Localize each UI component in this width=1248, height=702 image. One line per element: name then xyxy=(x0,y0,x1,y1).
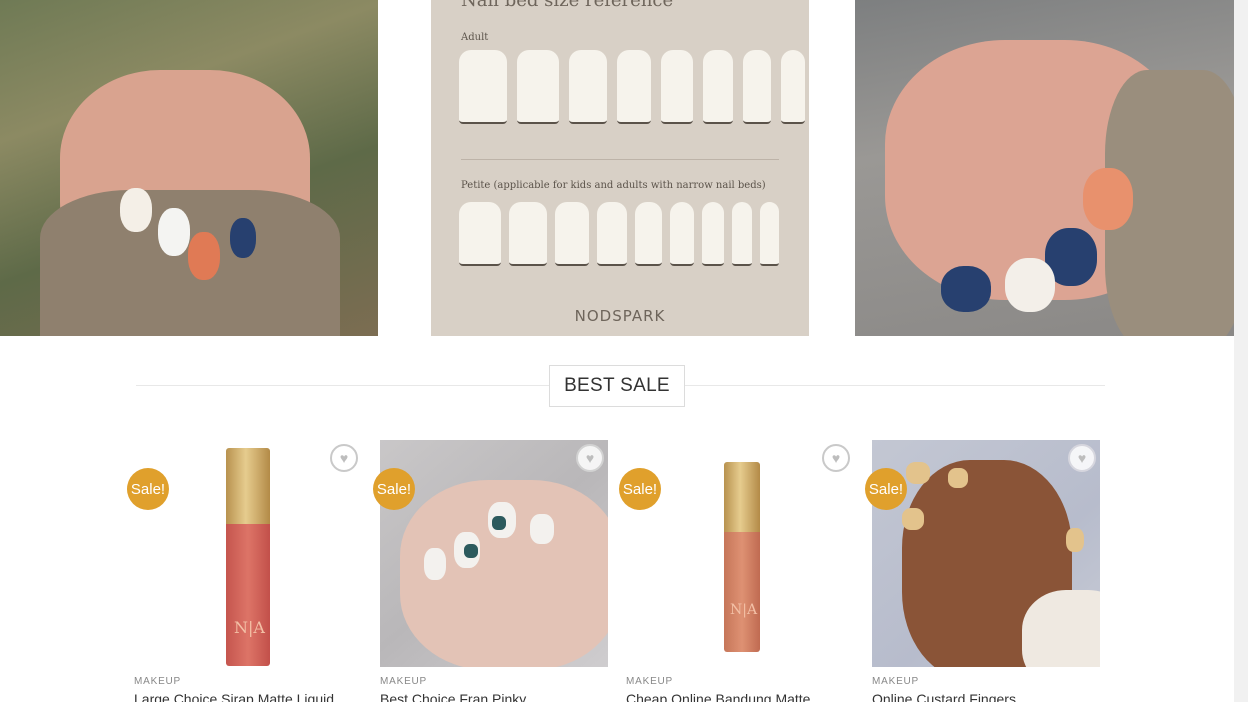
sale-badge: Sale! xyxy=(619,468,661,510)
nail-size-sample xyxy=(703,50,733,124)
product-category[interactable]: MAKEUP xyxy=(872,676,1100,687)
nail-decor xyxy=(941,266,991,312)
hero-image-left[interactable] xyxy=(0,0,378,336)
product-card[interactable]: N|A ♥ Sale! MAKEUP Large Choice Sirap Ma… xyxy=(127,440,362,702)
wishlist-heart-icon[interactable]: ♥ xyxy=(822,444,850,472)
adult-nail-row xyxy=(459,50,805,124)
nail-decor xyxy=(948,468,968,488)
wishlist-heart-icon[interactable]: ♥ xyxy=(1068,444,1096,472)
sweater-sleeve xyxy=(1022,590,1100,667)
tube-cap xyxy=(724,462,760,532)
wishlist-heart-icon[interactable]: ♥ xyxy=(330,444,358,472)
adult-label: Adult xyxy=(461,32,489,43)
nail-size-sample xyxy=(670,202,694,266)
nail-decor xyxy=(902,508,924,530)
nail-decor xyxy=(424,548,446,580)
nail-size-sample xyxy=(743,50,771,124)
nail-size-sample xyxy=(781,50,805,124)
product-category[interactable]: MAKEUP xyxy=(626,676,854,687)
nail-decor xyxy=(530,514,554,544)
nail-size-sample xyxy=(702,202,724,266)
petite-label: Petite (applicable for kids and adults w… xyxy=(461,180,766,191)
product-image[interactable]: ♥ xyxy=(872,440,1100,667)
size-chart-divider xyxy=(461,159,779,160)
tube-body xyxy=(226,524,270,666)
nail-size-sample xyxy=(760,202,779,266)
nail-size-sample xyxy=(732,202,752,266)
product-card[interactable]: ♥ Sale! MAKEUP Online Custard Fingers xyxy=(865,440,1100,702)
section-divider-left xyxy=(136,385,549,386)
nail-size-sample xyxy=(635,202,662,266)
nail-decor xyxy=(230,218,256,258)
nail-decor xyxy=(906,462,930,484)
product-name[interactable]: Best Choice Fran Pinky xyxy=(380,691,608,702)
nail-size-sample xyxy=(661,50,693,124)
nail-decor xyxy=(1083,168,1133,230)
product-image[interactable]: N|A ♥ xyxy=(626,440,854,667)
product-category[interactable]: MAKEUP xyxy=(134,676,362,687)
nail-size-sample xyxy=(509,202,547,266)
product-image[interactable]: ♥ xyxy=(380,440,608,667)
page-scrollbar[interactable] xyxy=(1234,0,1248,702)
nail-size-sample xyxy=(517,50,559,124)
nail-size-sample xyxy=(597,202,627,266)
nail-decor xyxy=(464,544,478,558)
lip-gloss-tube-icon: N|A xyxy=(226,448,270,666)
nail-size-sample xyxy=(555,202,589,266)
product-category[interactable]: MAKEUP xyxy=(380,676,608,687)
tube-body xyxy=(724,532,760,652)
sale-badge: Sale! xyxy=(373,468,415,510)
product-card[interactable]: ♥ Sale! MAKEUP Best Choice Fran Pinky xyxy=(373,440,608,702)
section-divider-right xyxy=(685,385,1105,386)
tube-monogram: N|A xyxy=(730,602,758,618)
hero-image-size-chart[interactable]: Nail bed size reference Adult Petite (ap… xyxy=(431,0,809,336)
petite-nail-row xyxy=(459,202,779,266)
sale-badge: Sale! xyxy=(127,468,169,510)
nail-size-sample xyxy=(569,50,607,124)
product-card[interactable]: N|A ♥ Sale! MAKEUP Cheap Online Bandung … xyxy=(619,440,854,702)
page: Nail bed size reference Adult Petite (ap… xyxy=(0,0,1248,702)
product-name[interactable]: Cheap Online Bandung Matte xyxy=(626,691,854,702)
brand-logo-text: NODSPARK xyxy=(574,307,666,325)
section-title-best-sale: BEST SALE xyxy=(549,365,685,407)
nail-decor xyxy=(158,208,190,256)
tube-cap xyxy=(226,448,270,524)
nail-decor xyxy=(1066,528,1084,552)
nail-decor xyxy=(188,232,220,280)
nail-size-sample xyxy=(459,202,501,266)
nail-decor xyxy=(1005,258,1055,312)
sale-badge: Sale! xyxy=(865,468,907,510)
nail-size-sample xyxy=(617,50,651,124)
nail-size-sample xyxy=(459,50,507,124)
tube-monogram: N|A xyxy=(234,618,265,637)
product-name[interactable]: Large Choice Sirap Matte Liquid xyxy=(134,691,362,702)
size-chart-title: Nail bed size reference xyxy=(461,0,674,11)
nail-decor xyxy=(120,188,152,232)
wishlist-heart-icon[interactable]: ♥ xyxy=(576,444,604,472)
nail-decor xyxy=(492,516,506,530)
product-image[interactable]: N|A ♥ xyxy=(134,440,362,667)
product-name[interactable]: Online Custard Fingers xyxy=(872,691,1100,702)
lip-gloss-tube-icon: N|A xyxy=(724,462,760,652)
hero-image-right[interactable] xyxy=(855,0,1234,336)
